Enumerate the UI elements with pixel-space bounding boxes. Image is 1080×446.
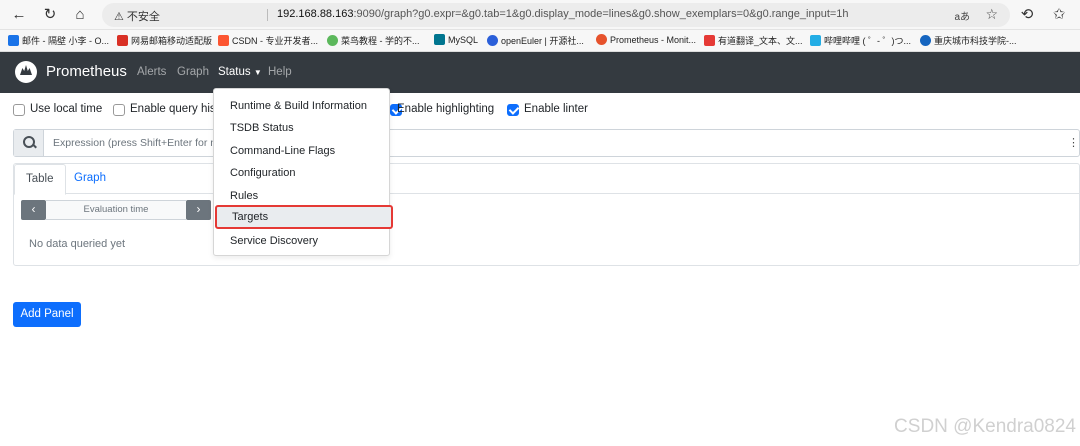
bookmark-label: MySQL [448,34,479,45]
security-label: 不安全 [126,11,160,23]
bookmark-icon [218,35,229,46]
bookmark-label: 有道翻译_文本、文... [718,36,803,46]
brand-name[interactable]: Prometheus [46,63,127,80]
bookmark-item[interactable]: Prometheus - Monit... [596,34,696,45]
evaluation-time-input[interactable]: Evaluation time [46,200,186,220]
bookmark-label: CSDN - 专业开发者... [232,36,319,46]
extensions-icon[interactable]: ⟲ [1018,6,1036,24]
tab-table[interactable]: Table [14,164,66,195]
nav-help[interactable]: Help [268,66,292,78]
menu-item-service-discovery[interactable]: Service Discovery [214,230,389,252]
favorite-star-icon[interactable]: ☆ [985,6,998,23]
bookmark-icon [810,35,821,46]
url-host: 192.168.88.163 [277,8,354,20]
url-path: :9090/graph?g0.expr=&g0.tab=1&g0.display… [353,8,849,20]
bookmark-item[interactable]: 邮件 - 隔壁 小李 - O... [8,34,109,47]
bookmark-item[interactable]: openEuler | 开源社... [487,34,584,47]
bookmark-item[interactable]: 哔哩哔哩 ( ゜- ゜)つ... [810,34,911,47]
bookmark-icon [920,35,931,46]
menu-item-runtime-build-info[interactable]: Runtime & Build Information [214,95,389,117]
use-local-time-label[interactable]: Use local time [30,103,102,115]
bookmark-label: 菜鸟教程 - 学的不... [341,36,420,46]
security-warning[interactable]: ⚠ 不安全 [114,8,160,24]
add-panel-button[interactable]: Add Panel [13,302,81,327]
browser-toolbar: ← ↻ ⌂ ⚠ 不安全 192.168.88.163:9090/graph?g0… [0,0,1080,30]
prev-time-button[interactable]: ‹ [21,200,46,220]
use-local-time-checkbox[interactable] [13,104,25,116]
nav-graph[interactable]: Graph [177,66,209,78]
bookmark-label: 邮件 - 隔壁 小李 - O... [22,36,109,46]
menu-item-tsdb-status[interactable]: TSDB Status [214,117,389,139]
read-aloud-icon[interactable]: aあ [954,8,970,23]
expression-placeholder: Expression (press Shift+Enter for ne [53,137,222,149]
tab-graph[interactable]: Graph [63,164,117,194]
bookmark-icon [704,35,715,46]
search-icon [14,130,44,156]
bookmark-label: 重庆城市科技学院-... [934,36,1017,46]
prometheus-navbar: Prometheus Alerts Graph Status ▼ Help [0,52,1080,93]
panel-tabs: Table Graph [14,164,1079,195]
bookmark-item[interactable]: CSDN - 专业开发者... [218,34,318,47]
caret-down-icon: ▼ [253,68,262,77]
bookmark-icon [8,35,19,46]
bookmarks-bar: 邮件 - 隔壁 小李 - O... 网易邮箱移动适配版 CSDN - 专业开发者… [0,30,1080,52]
bookmark-icon [487,35,498,46]
bookmark-item[interactable]: 重庆城市科技学院-... [920,34,1017,47]
prometheus-logo-icon[interactable] [15,61,37,83]
query-panel: Table Graph ‹ Evaluation time › No data … [13,163,1080,266]
menu-item-command-line-flags[interactable]: Command-Line Flags [214,140,389,162]
nav-status-label: Status [218,66,251,78]
bookmark-label: 网易邮箱移动适配版 [131,36,213,46]
metrics-explorer-icon[interactable]: ⋮ [1068,136,1079,149]
status-dropdown-menu: Runtime & Build Information TSDB Status … [213,88,393,256]
menu-item-configuration[interactable]: Configuration [214,162,389,184]
enable-linter-label[interactable]: Enable linter [524,103,588,115]
home-icon[interactable]: ⌂ [71,6,89,24]
nav-status[interactable]: Status ▼ [218,66,262,78]
no-data-message: No data queried yet [29,238,126,250]
bookmark-icon [596,34,607,45]
bookmark-label: openEuler | 开源社... [501,36,584,46]
url-text[interactable]: 192.168.88.163:9090/graph?g0.expr=&g0.ta… [277,8,849,20]
bookmark-icon [327,35,338,46]
expression-input[interactable]: Expression (press Shift+Enter for ne ⋮ [13,129,1080,157]
address-separator [267,9,268,21]
bookmark-icon [117,35,128,46]
bookmark-item[interactable]: 有道翻译_文本、文... [704,34,803,47]
reload-icon[interactable]: ↻ [41,6,59,24]
back-icon[interactable]: ← [10,6,28,24]
evaluation-time-control: ‹ Evaluation time › [21,200,211,220]
enable-linter-checkbox[interactable] [507,104,519,116]
watermark: CSDN @Kendra0824 [894,416,1076,437]
favorites-icon[interactable]: ✩ [1050,6,1068,24]
bookmark-icon [434,34,445,45]
bookmark-item[interactable]: MySQL [434,34,478,45]
menu-item-targets[interactable]: Targets [215,205,393,229]
bookmark-label: 哔哩哔哩 ( ゜- ゜)つ... [824,36,911,46]
enable-query-history-checkbox[interactable] [113,104,125,116]
enable-query-history-label[interactable]: Enable query hist [130,103,219,115]
address-bar[interactable]: ⚠ 不安全 192.168.88.163:9090/graph?g0.expr=… [102,3,1010,27]
enable-highlighting-label[interactable]: Enable highlighting [397,103,494,115]
nav-alerts[interactable]: Alerts [137,66,166,78]
bookmark-item[interactable]: 菜鸟教程 - 学的不... [327,34,420,47]
bookmark-item[interactable]: 网易邮箱移动适配版 [117,34,212,47]
bookmark-label: Prometheus - Monit... [610,34,697,45]
menu-item-rules[interactable]: Rules [214,185,389,207]
next-time-button[interactable]: › [186,200,211,220]
